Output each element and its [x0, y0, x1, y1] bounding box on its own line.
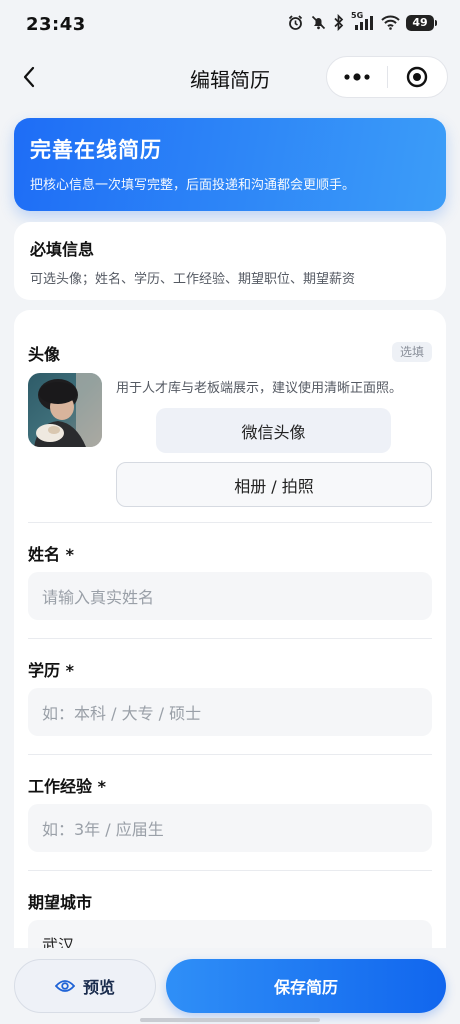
divider	[28, 638, 432, 639]
status-bar: 23:43 5G 49	[0, 0, 460, 50]
album-camera-button[interactable]: 相册 / 拍照	[116, 462, 432, 507]
bottom-action-bar: 预览 保存简历	[0, 948, 460, 1024]
experience-label: 工作经验 *	[28, 777, 106, 796]
alarm-icon	[287, 14, 304, 31]
hero-banner: 完善在线简历 把核心信息一次填写完整，后面投递和沟通都会更顺手。	[14, 118, 446, 211]
home-indicator	[140, 1018, 320, 1022]
required-info-card: 必填信息 可选头像；姓名、学历、工作经验、期望职位、期望薪资	[14, 222, 446, 300]
edit-resume-screen: 23:43 5G 49 编辑简历 完善在线简历 把核心信息一次填写完整，后面投递…	[0, 0, 460, 1024]
status-icons: 5G 49	[287, 11, 437, 31]
mute-bell-icon	[310, 14, 327, 31]
city-label: 期望城市	[28, 893, 93, 912]
more-dots-icon	[344, 73, 370, 81]
required-info-description: 可选头像；姓名、学历、工作经验、期望职位、期望薪资	[30, 272, 356, 287]
name-input[interactable]: 请输入真实姓名	[28, 572, 432, 620]
bluetooth-icon	[333, 14, 345, 31]
avatar-label: 头像	[28, 345, 61, 364]
close-mini-program-button[interactable]	[388, 57, 448, 97]
wechat-avatar-button[interactable]: 微信头像	[156, 408, 391, 453]
eye-icon	[54, 980, 75, 992]
signal-icon: 5G	[351, 11, 375, 31]
name-label: 姓名 *	[28, 545, 74, 564]
optional-tag: 选填	[391, 342, 432, 362]
mini-program-capsule	[326, 56, 448, 98]
more-button[interactable]	[327, 57, 387, 97]
preview-label: 预览	[82, 978, 115, 997]
status-time: 23:43	[26, 14, 86, 35]
education-label: 学历 *	[28, 661, 74, 680]
hero-title: 完善在线简历	[30, 138, 162, 162]
avatar[interactable]	[28, 373, 102, 447]
resume-form-card: 头像 选填 用于人才库与老板端展示，建议使用清晰正面照。 微信头像 相册 / 拍…	[14, 310, 446, 1024]
required-info-title: 必填信息	[30, 240, 95, 259]
preview-button[interactable]: 预览	[14, 959, 156, 1013]
wifi-icon	[381, 15, 400, 30]
divider	[28, 754, 432, 755]
divider	[28, 522, 432, 523]
avatar-hint: 用于人才库与老板端展示，建议使用清晰正面照。	[116, 381, 403, 396]
hero-subtitle: 把核心信息一次填写完整，后面投递和沟通都会更顺手。	[30, 178, 356, 193]
nav-bar: 编辑简历	[0, 52, 460, 102]
avatar-photo	[28, 373, 102, 447]
divider	[28, 870, 432, 871]
battery-icon: 49	[406, 14, 437, 31]
target-circle-icon	[407, 66, 428, 88]
education-input[interactable]: 如：本科 / 大专 / 硕士	[28, 688, 432, 736]
experience-input[interactable]: 如：3年 / 应届生	[28, 804, 432, 852]
save-resume-button[interactable]: 保存简历	[166, 959, 446, 1013]
